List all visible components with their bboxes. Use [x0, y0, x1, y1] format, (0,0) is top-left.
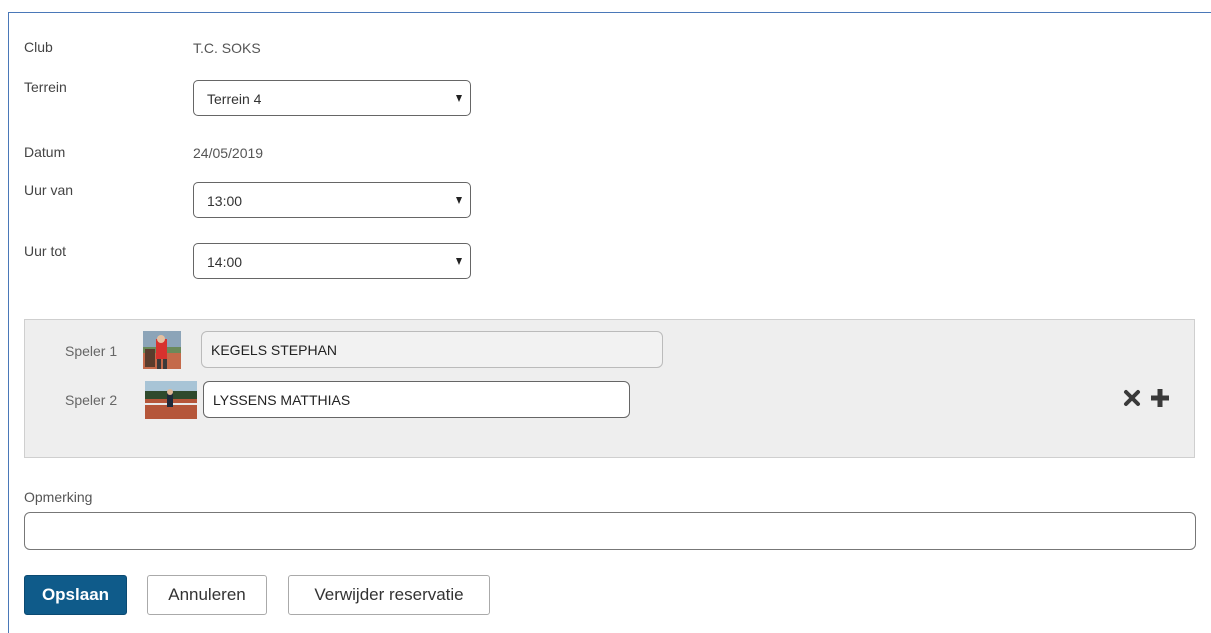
- uur-tot-label: Uur tot: [24, 243, 67, 259]
- uur-van-label: Uur van: [24, 182, 74, 198]
- datum-label: Datum: [24, 144, 66, 160]
- terrein-selected-value: Terrein 4: [207, 91, 262, 107]
- chevron-down-icon: [456, 197, 462, 204]
- player-1-name-field[interactable]: KEGELS STEPHAN: [201, 331, 663, 368]
- player-1-avatar: [143, 331, 181, 369]
- cancel-button[interactable]: Annuleren: [147, 575, 267, 615]
- uur-tot-selected-value: 14:00: [207, 254, 243, 270]
- uur-van-selected-value: 13:00: [207, 193, 243, 209]
- players-panel: Speler 1 KEGELS STEPHAN Speler 2 LYSSENS…: [24, 319, 1195, 458]
- save-button[interactable]: Opslaan: [24, 575, 127, 615]
- player-2-name-field[interactable]: LYSSENS MATTHIAS: [203, 381, 630, 418]
- plus-icon[interactable]: [1149, 387, 1171, 409]
- remark-label: Opmerking: [24, 489, 93, 505]
- close-icon[interactable]: [1122, 388, 1142, 408]
- player-2-avatar: [145, 381, 197, 419]
- terrein-label: Terrein: [24, 79, 67, 95]
- chevron-down-icon: [456, 95, 462, 102]
- chevron-down-icon: [456, 258, 462, 265]
- player-1-name: KEGELS STEPHAN: [211, 342, 338, 358]
- terrein-select[interactable]: Terrein 4: [193, 80, 471, 116]
- player-1-label: Speler 1: [65, 343, 118, 359]
- club-value: T.C. SOKS: [193, 40, 261, 56]
- delete-reservation-button[interactable]: Verwijder reservatie: [288, 575, 490, 615]
- datum-value: 24/05/2019: [193, 145, 264, 161]
- uur-van-select[interactable]: 13:00: [193, 182, 471, 218]
- club-label: Club: [24, 39, 53, 55]
- uur-tot-select[interactable]: 14:00: [193, 243, 471, 279]
- player-2-label: Speler 2: [65, 392, 118, 408]
- player-2-name: LYSSENS MATTHIAS: [213, 392, 351, 408]
- remark-input[interactable]: [24, 512, 1196, 550]
